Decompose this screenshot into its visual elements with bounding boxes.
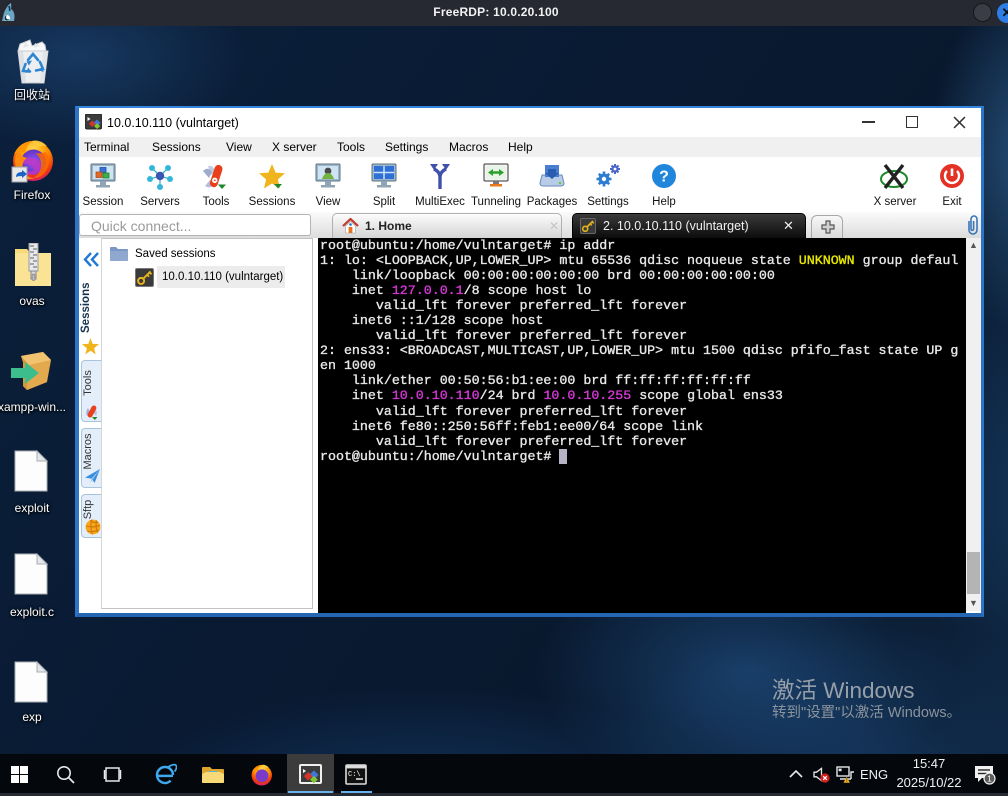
- svg-text:?: ?: [659, 169, 669, 186]
- svg-text:C:\: C:\: [348, 771, 361, 779]
- svg-text:1: 1: [987, 774, 992, 784]
